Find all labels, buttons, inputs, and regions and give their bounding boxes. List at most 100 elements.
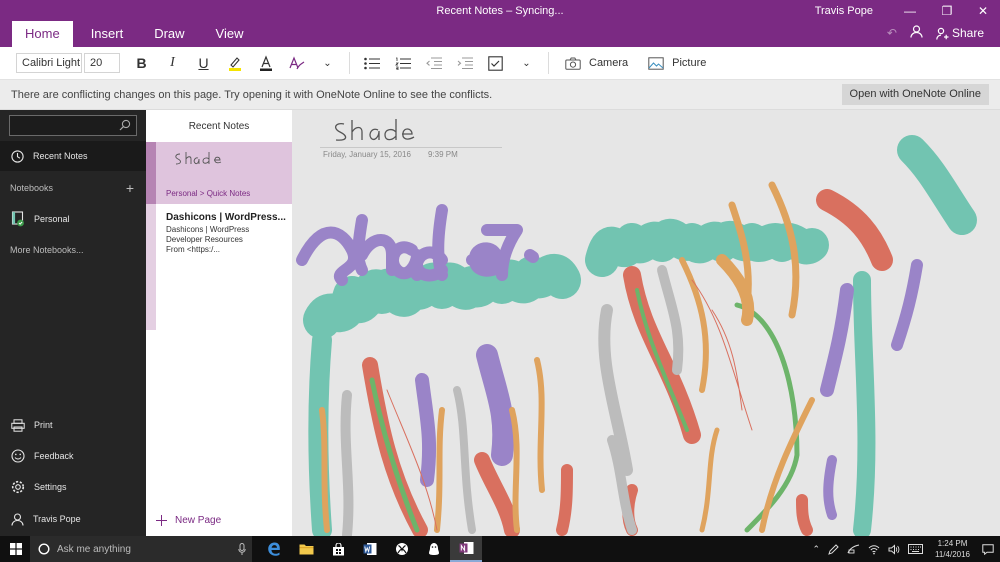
smiley-icon	[11, 449, 25, 463]
todo-tag-button[interactable]	[480, 49, 511, 77]
indent-icon	[457, 56, 473, 69]
taskbar-store[interactable]	[322, 536, 354, 562]
notebooks-heading: Notebooks	[10, 183, 54, 193]
plus-icon	[156, 515, 167, 526]
tab-view[interactable]: View	[203, 21, 257, 47]
share-button[interactable]: Share	[936, 26, 984, 40]
camera-button[interactable]: Camera	[555, 57, 638, 70]
tags-chevron-icon[interactable]: ⌄	[511, 49, 542, 77]
ink-stroke	[340, 390, 354, 536]
picture-button[interactable]: Picture	[638, 56, 716, 70]
edge-icon	[268, 542, 280, 556]
page-preview-line: Dashicons | WordPress	[166, 225, 250, 234]
page-ink-thumbnail	[175, 152, 222, 165]
page-preview-line: From <https:/...	[166, 245, 221, 254]
ink-stroke	[734, 302, 800, 533]
taskbar-word[interactable]	[354, 536, 386, 562]
font-color-button[interactable]	[250, 49, 281, 77]
printer-icon	[11, 418, 25, 432]
italic-button[interactable]: I	[157, 49, 188, 77]
new-page-button[interactable]: New Page	[156, 515, 221, 526]
picture-icon	[648, 56, 664, 70]
taskbar-clock[interactable]: 1:24 PM 11/4/2016	[935, 538, 970, 560]
nav-settings[interactable]: Settings	[0, 472, 146, 502]
add-notebook-icon[interactable]: +	[126, 180, 134, 196]
search-icon[interactable]	[119, 119, 131, 131]
battery-icon[interactable]	[847, 543, 860, 555]
ink-stroke	[891, 259, 923, 351]
taskbar-onenote[interactable]	[450, 536, 482, 562]
ink-stroke	[556, 464, 573, 536]
highlight-button[interactable]	[219, 49, 250, 77]
underline-button[interactable]: U	[188, 49, 219, 77]
more-format-chevron-icon[interactable]: ⌄	[312, 49, 343, 77]
taskbar-apps	[258, 536, 482, 562]
notebook-personal[interactable]: Personal	[0, 204, 146, 234]
volume-icon[interactable]	[888, 543, 900, 555]
more-notebooks-link[interactable]: More Notebooks...	[10, 245, 84, 255]
bullet-list-icon	[363, 57, 380, 69]
tab-insert[interactable]: Insert	[78, 21, 137, 47]
title-right-actions: ↶ Share	[887, 25, 984, 41]
bullets-button[interactable]	[356, 49, 387, 77]
keyboard-icon[interactable]	[908, 544, 923, 554]
cortana-icon	[38, 543, 50, 555]
word-icon	[363, 543, 377, 555]
maximize-button[interactable]: ❐	[932, 2, 962, 20]
bold-button[interactable]: B	[126, 49, 157, 77]
nav-feedback-label: Feedback	[34, 451, 74, 461]
minimize-button[interactable]: —	[895, 2, 925, 20]
styles-button[interactable]	[281, 49, 312, 77]
cortana-search-box[interactable]: Ask me anything	[30, 536, 252, 562]
taskbar-xbox[interactable]	[386, 536, 418, 562]
note-canvas[interactable]: Friday, January 15, 2016 9:39 PM	[292, 110, 1000, 536]
microphone-icon[interactable]	[238, 543, 246, 555]
taskbar-file-explorer[interactable]	[290, 536, 322, 562]
ink-stroke	[434, 407, 445, 533]
page-item[interactable]: Dashicons | WordPress... Dashicons | Wor…	[146, 204, 292, 330]
title-bar: Recent Notes – Syncing... Travis Pope — …	[0, 0, 1000, 47]
numbering-button[interactable]	[387, 49, 418, 77]
ink-stroke	[585, 219, 829, 277]
search-input[interactable]	[9, 115, 137, 136]
highlighter-icon	[228, 57, 241, 71]
ink-stroke	[820, 283, 854, 397]
page-item-selected[interactable]: Personal > Quick Notes	[146, 142, 292, 204]
increase-indent-button[interactable]	[449, 49, 480, 77]
conflict-info-bar: There are conflicting changes on this pa…	[0, 80, 1000, 110]
tray-chevron-icon[interactable]: ⌃	[812, 544, 820, 555]
tab-draw[interactable]: Draw	[141, 21, 197, 47]
checkbox-icon	[488, 55, 503, 71]
person-icon[interactable]	[910, 25, 923, 41]
ink-stroke	[823, 455, 837, 520]
ribbon-tabs: Home Insert Draw View	[12, 21, 262, 47]
font-name-box[interactable]: Calibri Light	[16, 53, 82, 73]
clock-time: 1:24 PM	[937, 539, 968, 548]
nav-account[interactable]: Travis Pope	[0, 504, 146, 534]
ink-stroke	[796, 494, 813, 536]
clock-icon	[11, 149, 24, 163]
undo-icon[interactable]: ↶	[887, 26, 897, 40]
font-size-box[interactable]: 20	[84, 53, 120, 73]
open-online-button[interactable]: Open with OneNote Online	[841, 84, 989, 105]
pen-icon[interactable]	[828, 543, 839, 555]
start-button[interactable]	[10, 543, 22, 558]
numbered-list-icon	[394, 57, 411, 70]
ink-stroke	[816, 189, 893, 271]
ink-stroke	[296, 204, 539, 286]
notifications-icon[interactable]	[982, 543, 994, 555]
wifi-icon[interactable]	[868, 544, 880, 555]
tab-home[interactable]: Home	[12, 21, 73, 47]
nav-print[interactable]: Print	[0, 410, 146, 440]
nav-recent-notes[interactable]: Recent Notes	[0, 141, 146, 171]
onenote-icon	[459, 542, 473, 554]
ribbon: Calibri Light 20 B I U ⌄ ⌄ Camera Pictur…	[0, 47, 1000, 80]
close-button[interactable]: ✕	[968, 2, 998, 20]
ink-stroke	[453, 386, 476, 534]
taskbar-app-6[interactable]	[418, 536, 450, 562]
nav-feedback[interactable]: Feedback	[0, 441, 146, 471]
ink-stroke	[476, 344, 515, 466]
decrease-indent-button[interactable]	[418, 49, 449, 77]
taskbar-edge[interactable]	[258, 536, 290, 562]
ink-stroke	[679, 257, 709, 393]
